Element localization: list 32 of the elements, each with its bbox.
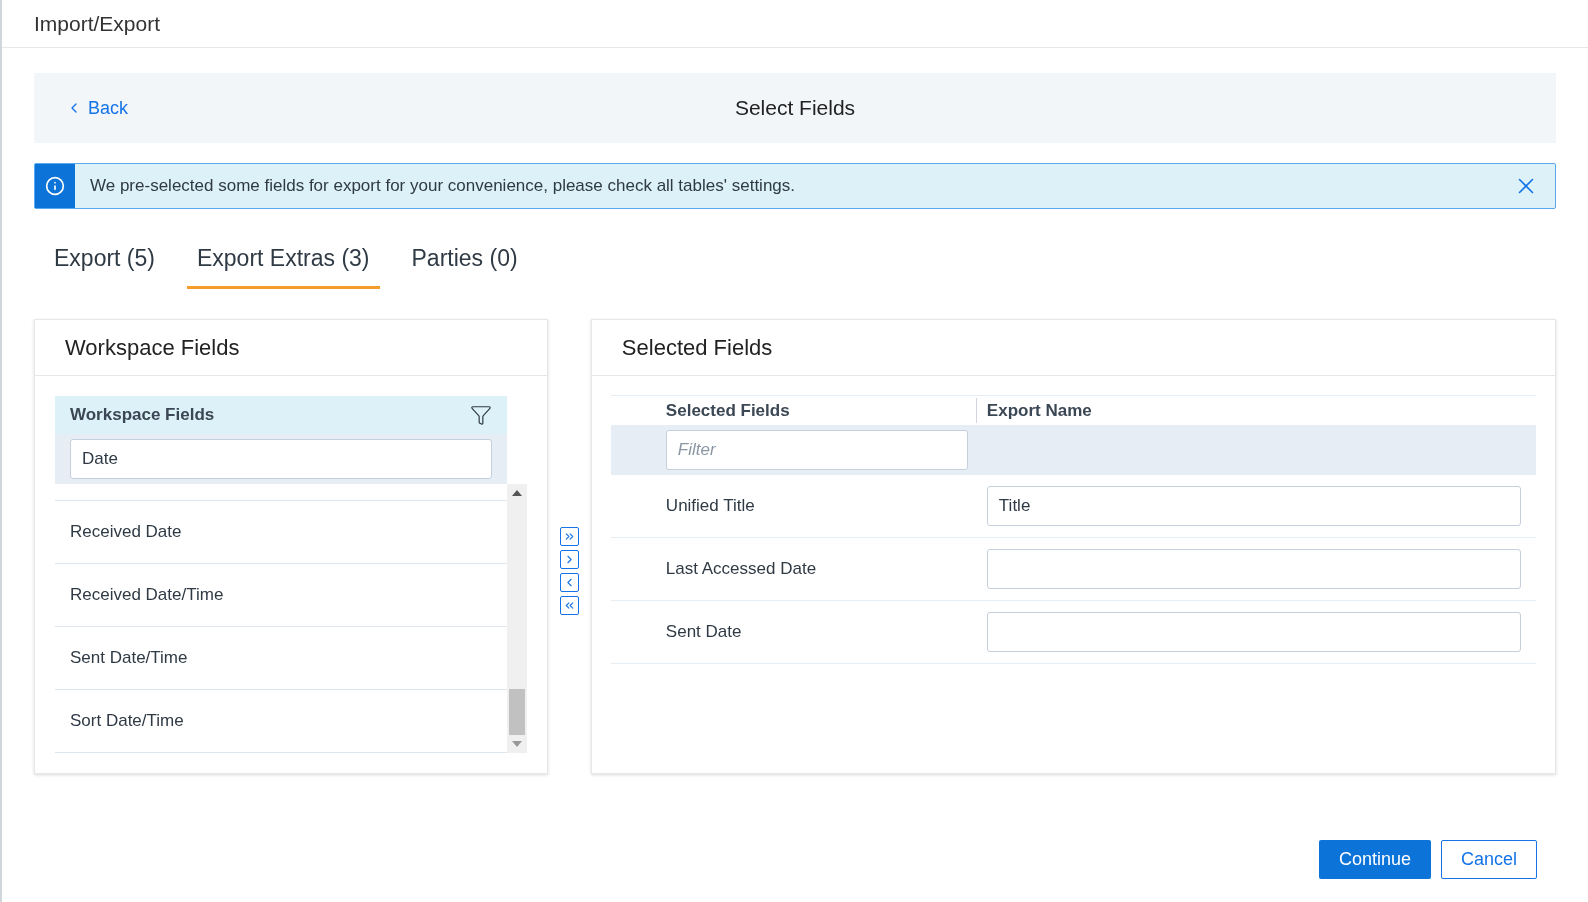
- panel-title: Workspace Fields: [65, 334, 240, 362]
- tab[interactable]: Export Extras (3): [187, 231, 380, 289]
- remove-button[interactable]: [559, 573, 579, 592]
- export-name-field[interactable]: [986, 612, 1521, 652]
- table-cell-text: Sent Date: [665, 621, 743, 644]
- column-header: Workspace Fields: [55, 396, 507, 434]
- export-name-field[interactable]: Title: [986, 486, 1521, 526]
- column-header: Selected Fields: [665, 399, 791, 422]
- alert-message: We pre-selected some fields for export for your convenience, please check all tables' settings.: [90, 175, 796, 198]
- table-cell-text: Unified Title: [665, 495, 756, 518]
- filter-icon[interactable]: [470, 404, 492, 426]
- panel-title: Selected Fields: [621, 334, 773, 362]
- window-title: Import/Export: [34, 10, 161, 37]
- scroll-up-icon[interactable]: [512, 490, 522, 496]
- scrollbar[interactable]: [507, 484, 527, 753]
- tab[interactable]: Export (5): [44, 231, 165, 289]
- add-button[interactable]: [559, 550, 579, 569]
- export-name-field[interactable]: [986, 549, 1521, 589]
- tab[interactable]: Parties (0): [401, 231, 528, 289]
- table-cell-text: Last Accessed Date: [665, 558, 818, 581]
- filter-field[interactable]: Filter: [665, 430, 968, 470]
- remove-all-button[interactable]: [559, 596, 579, 615]
- column-header: Export Name: [975, 397, 1092, 424]
- add-all-button[interactable]: [559, 527, 579, 546]
- scroll-down-icon[interactable]: [512, 741, 522, 747]
- back-link[interactable]: Back: [66, 94, 129, 122]
- scroll-thumb[interactable]: [509, 689, 525, 735]
- page-title: Select Fields: [734, 95, 856, 122]
- info-icon: [45, 176, 65, 196]
- cancel-button[interactable]: Cancel: [1440, 840, 1537, 879]
- filter-field[interactable]: Date: [70, 439, 492, 479]
- continue-button[interactable]: Continue: [1318, 840, 1431, 879]
